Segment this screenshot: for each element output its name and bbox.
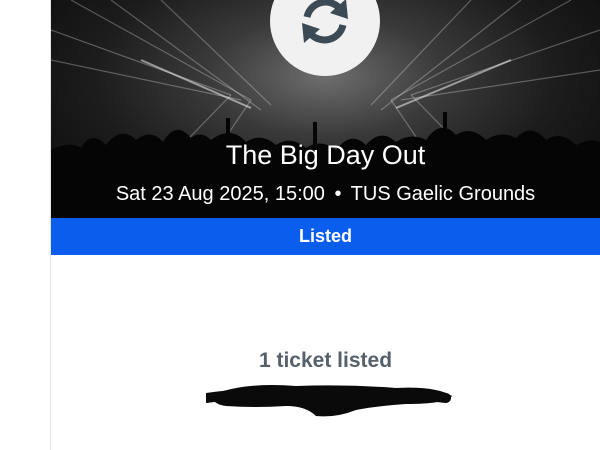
tickets-listed-text: 1 ticket listed [258,349,393,372]
event-hero-image: The Big Day Out Sat 23 Aug 2025, 15:00 •… [51,0,600,218]
event-venue: TUS Gaelic Grounds [350,183,536,205]
redaction-scribble [206,385,452,417]
event-title: The Big Day Out [225,140,426,170]
event-meta: Sat 23 Aug 2025, 15:00 • TUS Gaelic Grou… [51,181,600,207]
refresh-icon [302,0,348,44]
meta-separator: • [334,183,342,205]
status-label: Listed [298,226,352,246]
event-date-time: Sat 23 Aug 2025, 15:00 [115,183,325,205]
status-banner: Listed [51,218,600,255]
listing-card: The Big Day Out Sat 23 Aug 2025, 15:00 •… [50,0,600,450]
